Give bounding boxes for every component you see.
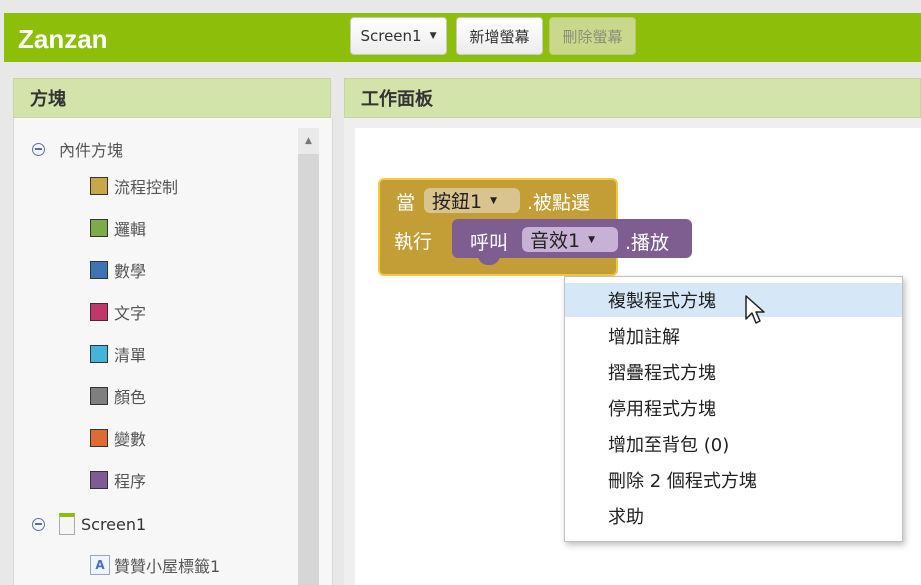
target-dropdown[interactable]: 音效1 ▼: [522, 227, 618, 252]
tree-label: 內件方塊: [59, 141, 124, 160]
category-item[interactable]: 邏輯: [90, 216, 146, 240]
app-brand: Zanzan: [18, 24, 108, 54]
category-color-icon: [90, 345, 108, 363]
category-color-icon: [90, 429, 108, 447]
category-label: 邏輯: [114, 220, 147, 239]
category-label: 顏色: [114, 388, 147, 407]
screen-select-label: Screen1: [360, 27, 422, 45]
category-color-icon: [90, 261, 108, 279]
component-dropdown-label: 按鈕1: [432, 191, 483, 213]
category-item[interactable]: 顏色: [90, 384, 146, 408]
event-name-label: .被點選: [527, 192, 591, 214]
target-dropdown-label: 音效1: [530, 230, 581, 252]
chevron-down-icon: ▼: [490, 195, 498, 206]
category-label: 變數: [114, 430, 147, 449]
mouse-cursor-icon: [745, 295, 765, 324]
add-screen-button[interactable]: 新增螢幕: [456, 17, 543, 55]
category-color-icon: [90, 471, 108, 489]
blocks-scrollbar[interactable]: [298, 128, 319, 585]
category-item[interactable]: 文字: [90, 300, 146, 324]
category-label: 文字: [114, 304, 147, 323]
tree-item-component[interactable]: A 贊贊小屋標籤1: [90, 553, 220, 577]
category-label: 程序: [114, 472, 147, 491]
category-label: 流程控制: [114, 178, 179, 197]
collapse-icon[interactable]: [32, 517, 45, 531]
remove-screen-button[interactable]: 刪除螢幕: [549, 17, 636, 55]
screen-select[interactable]: Screen1 ▼: [350, 17, 447, 55]
tree-item-builtin[interactable]: 內件方塊: [32, 137, 123, 161]
event-do-label: 執行: [394, 231, 433, 253]
category-label: 數學: [114, 262, 147, 281]
category-label: 清單: [114, 346, 147, 365]
category-item[interactable]: 變數: [90, 426, 146, 450]
category-item[interactable]: 數學: [90, 258, 146, 282]
tree-item-screen[interactable]: Screen1: [32, 513, 146, 535]
context-menu: 複製程式方塊 增加註解 摺疊程式方塊 停用程式方塊 增加至背包 (0) 刪除 2…: [564, 276, 903, 542]
blocks-panel-title: 方塊: [13, 78, 331, 118]
menu-item-collapse[interactable]: 摺疊程式方塊: [565, 355, 902, 389]
event-when-label: 當: [396, 192, 416, 214]
menu-item-add-backpack[interactable]: 增加至背包 (0): [565, 427, 902, 461]
tree-label: Screen1: [81, 514, 147, 534]
workspace-title: 工作面板: [344, 78, 921, 118]
menu-item-help[interactable]: 求助: [565, 499, 902, 533]
category-item[interactable]: 流程控制: [90, 174, 178, 198]
screen-icon: [59, 513, 75, 535]
chevron-down-icon: ▼: [429, 31, 437, 41]
component-dropdown[interactable]: 按鈕1 ▼: [424, 188, 520, 213]
collapse-icon[interactable]: [32, 142, 45, 156]
category-color-icon: [90, 303, 108, 321]
label-component-icon: A: [90, 555, 110, 575]
category-color-icon: [90, 219, 108, 237]
menu-item-disable[interactable]: 停用程式方塊: [565, 391, 902, 425]
category-color-icon: [90, 387, 108, 405]
tree-label: 贊贊小屋標籤1: [114, 557, 221, 576]
method-label: .播放: [625, 232, 670, 254]
category-item[interactable]: 清單: [90, 342, 146, 366]
category-item[interactable]: 程序: [90, 468, 146, 492]
menu-item-delete[interactable]: 刪除 2 個程式方塊: [565, 463, 902, 497]
chevron-down-icon: ▼: [588, 234, 596, 245]
menu-item-duplicate[interactable]: 複製程式方塊: [565, 283, 902, 317]
category-color-icon: [90, 177, 108, 195]
scroll-up-icon[interactable]: ▲: [298, 128, 319, 154]
menu-item-add-comment[interactable]: 增加註解: [565, 319, 902, 353]
call-label: 呼叫: [470, 232, 509, 254]
